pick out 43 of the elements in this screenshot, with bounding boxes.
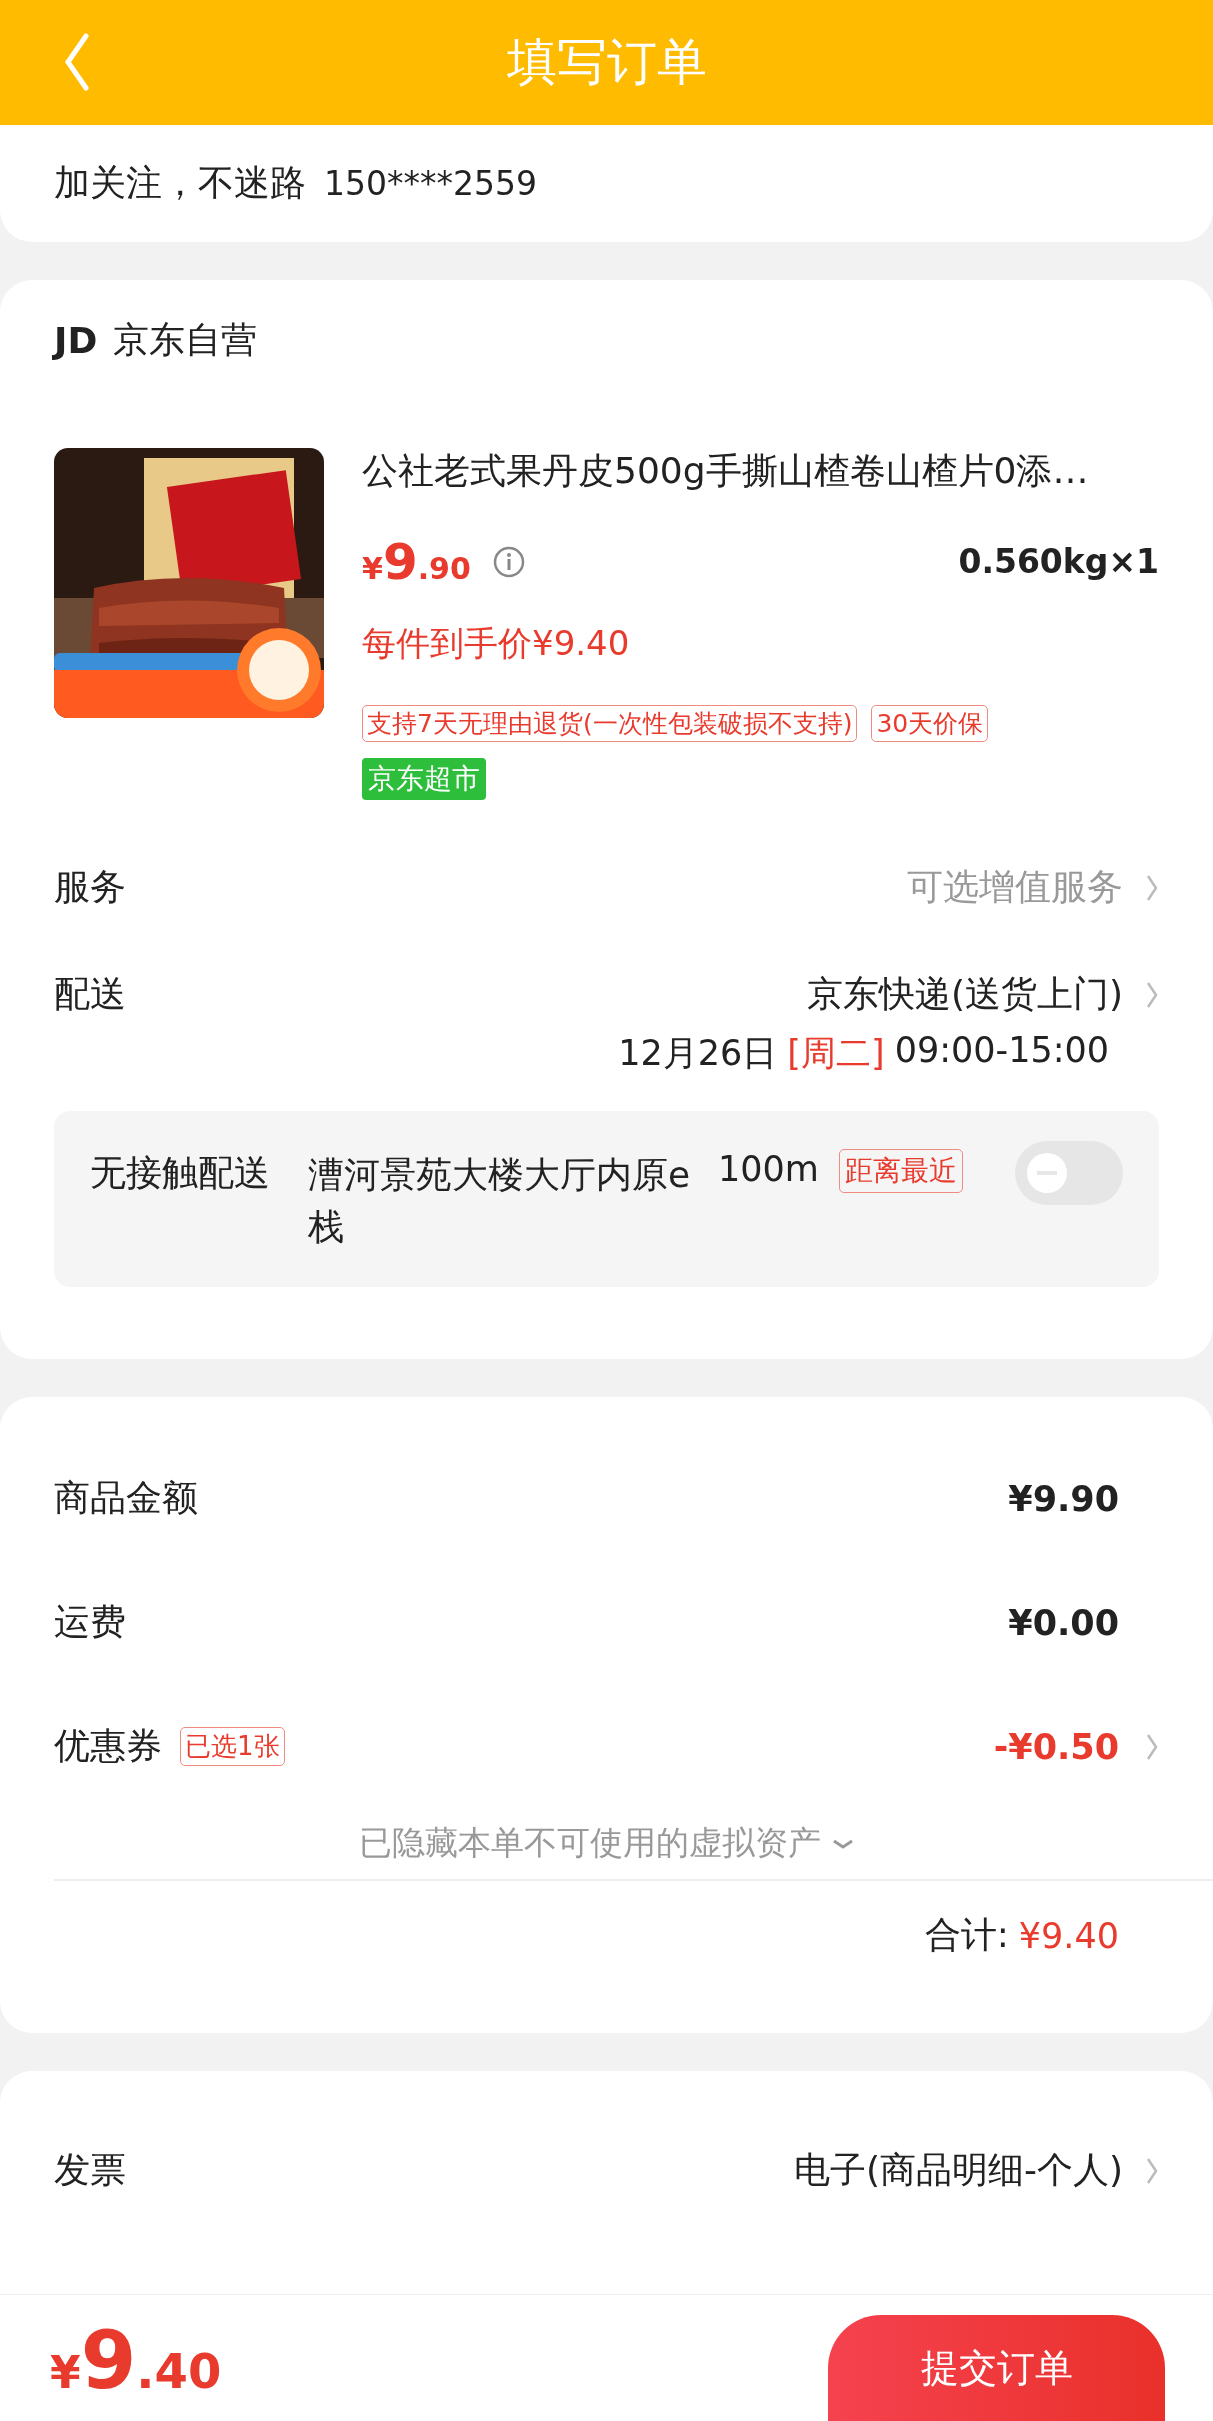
hidden-assets-link[interactable]: 已隐藏本单不可使用的虚拟资产 bbox=[358, 1821, 821, 1867]
nearest-tag: 距离最近 bbox=[838, 1148, 963, 1193]
store-name: 京东自营 bbox=[113, 317, 258, 362]
store-badge: 京东超市 bbox=[362, 757, 486, 800]
price-integer: 9 bbox=[382, 532, 418, 591]
product-title[interactable]: 公社老式果丹皮500g手撕山楂卷山楂片0添… bbox=[362, 448, 1159, 495]
delivery-weekday: [周二] bbox=[787, 1031, 885, 1075]
service-label: 服务 bbox=[54, 865, 126, 910]
delivery-time: 09:00-15:00 bbox=[894, 1029, 1109, 1072]
delivery-date: 12月26日 bbox=[618, 1031, 778, 1075]
amount-value[interactable]: -¥0.50 bbox=[993, 1726, 1119, 1767]
quantity-weight: 0.560kg×1 bbox=[958, 542, 1159, 582]
follow-text: 加关注，不迷路 bbox=[54, 161, 306, 205]
option-value[interactable]: 电子(商品明细-个人) bbox=[793, 2146, 1123, 2196]
price-currency: ¥ bbox=[362, 550, 383, 586]
amount-label: 运费 bbox=[54, 1600, 126, 1645]
amount-label: 商品金额 bbox=[54, 1476, 198, 1521]
phone-number: 150****2559 bbox=[324, 164, 537, 203]
submit-order-button[interactable]: 提交订单 bbox=[828, 2315, 1165, 2421]
total-integer: 9 bbox=[80, 2314, 137, 2407]
total-decimal: .40 bbox=[136, 2343, 222, 2399]
total-currency: ¥ bbox=[50, 2347, 81, 2398]
service-tag: 30天价保 bbox=[871, 704, 989, 742]
amount-value: ¥0.00 bbox=[1008, 1602, 1119, 1643]
info-icon[interactable] bbox=[492, 545, 525, 578]
amount-value: ¥9.90 bbox=[1008, 1478, 1119, 1519]
delivery-value[interactable]: 京东快递(送货上门) bbox=[806, 970, 1123, 1020]
page-title: 填写订单 bbox=[506, 32, 707, 93]
back-icon[interactable] bbox=[62, 32, 92, 92]
price-decimal: .90 bbox=[417, 550, 471, 586]
service-value[interactable]: 可选增值服务 bbox=[907, 863, 1123, 913]
contactless-label: 无接触配送 bbox=[90, 1150, 270, 1195]
delivery-label: 配送 bbox=[54, 972, 126, 1017]
coupon-tag: 已选1张 bbox=[180, 1727, 285, 1767]
total-value: ¥9.40 bbox=[1018, 1915, 1119, 1956]
amount-label: 优惠券 bbox=[54, 1724, 162, 1769]
total-label: 合计: bbox=[924, 1913, 1009, 1958]
pickup-address: 漕河景苑大楼大厅内原e栈 bbox=[308, 1152, 692, 1249]
store-logo: JD bbox=[54, 319, 98, 361]
distance: 100m bbox=[718, 1148, 819, 1189]
option-label: 发票 bbox=[54, 2148, 126, 2193]
service-tag: 支持7天无理由退货(一次性包装破损不支持) bbox=[362, 704, 858, 742]
final-price: 每件到手价¥9.40 bbox=[362, 621, 631, 665]
